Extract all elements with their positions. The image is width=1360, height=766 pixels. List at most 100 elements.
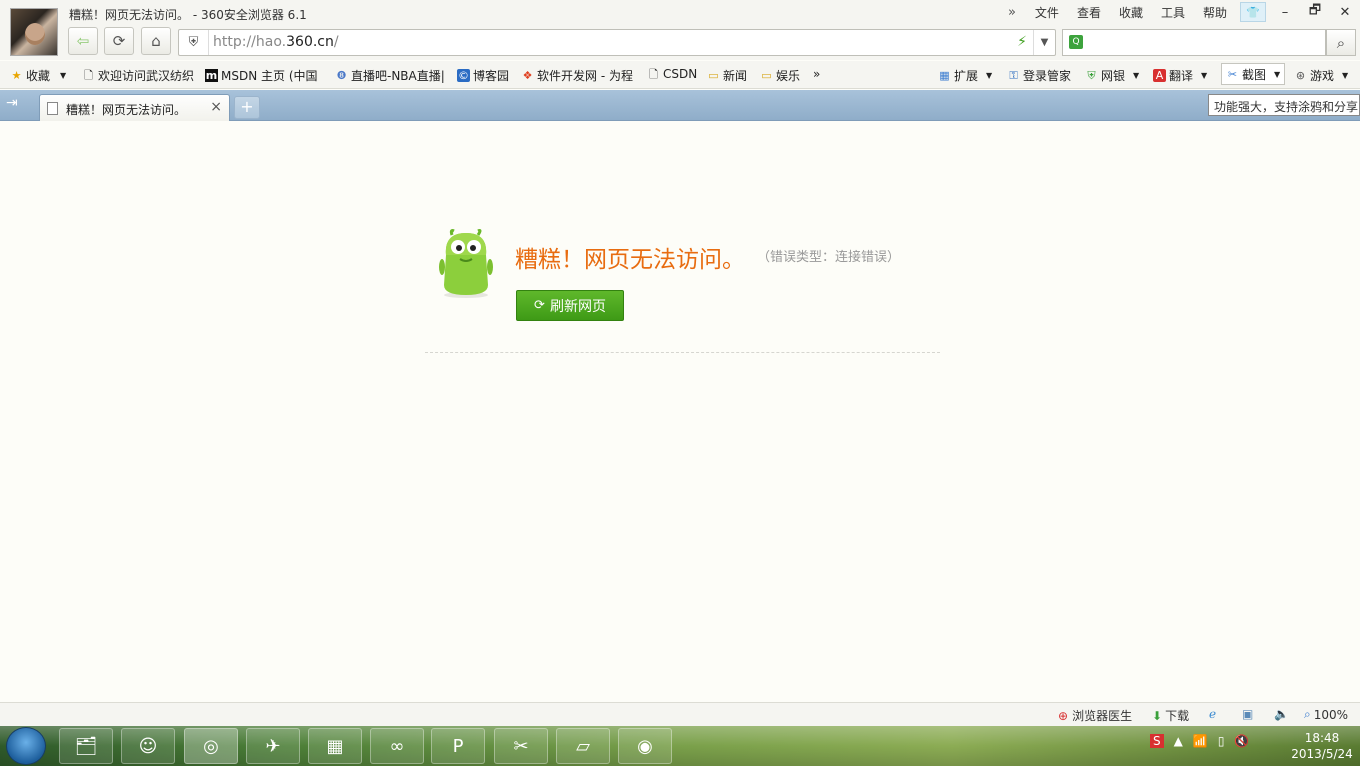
search-input[interactable]: Q	[1062, 29, 1326, 56]
error-title: 糟糕！网页无法访问。	[515, 247, 745, 273]
bookmarks-overflow-icon[interactable]: »	[813, 67, 820, 81]
address-bar[interactable]: ⛨ http://hao.360.cn/ ⚡ ▼	[178, 29, 1056, 56]
bookmark-item[interactable]: 🗋 欢迎访问武汉纺织	[82, 67, 194, 84]
minimize-button[interactable]: –	[1270, 5, 1300, 20]
title-bar: 糟糕！网页无法访问。 - 360安全浏览器 6.1 » 文件 查看 收藏 工具 …	[0, 0, 1360, 30]
folder-icon: ▭	[708, 69, 719, 82]
shield-icon: ⛨	[1087, 69, 1096, 82]
battery-icon[interactable]: ▯	[1218, 734, 1225, 748]
clock[interactable]: 18:48 2013/5/24	[1290, 730, 1354, 762]
window-mode-icon[interactable]: ▣	[1242, 707, 1253, 721]
skin-shirt-icon[interactable]: 👕	[1240, 2, 1266, 22]
zoom-control[interactable]: ⌕ 100%	[1304, 707, 1348, 722]
back-button[interactable]: ⇦	[68, 27, 98, 55]
taskbar-tools-icon[interactable]: ✂	[494, 728, 548, 764]
bookmark-favorites[interactable]: ★ 收藏 ▼	[10, 67, 67, 84]
top-menu: » 文件 查看 收藏 工具 帮助 👕 – 🗗 ✕	[1008, 0, 1360, 24]
taskbar-cube-icon[interactable]: ▦	[308, 728, 362, 764]
menu-tools[interactable]: 工具	[1161, 4, 1185, 21]
screenshot-button[interactable]: ✂ 截图 ▼	[1221, 63, 1286, 85]
search-icon: ⌕	[1336, 33, 1346, 52]
clock-date: 2013/5/24	[1291, 747, 1353, 761]
taskbar-visualstudio-icon[interactable]: ∞	[370, 728, 424, 764]
close-tab-icon[interactable]: ×	[210, 99, 222, 115]
url-text[interactable]: http://hao.360.cn/	[213, 34, 339, 50]
star-icon: ★	[11, 69, 22, 82]
user-avatar[interactable]	[10, 8, 58, 56]
mute-icon[interactable]: 🔇	[1234, 734, 1249, 748]
taskbar-explorer-icon[interactable]: 🗂	[59, 728, 113, 764]
network-icon[interactable]: 📶	[1193, 734, 1208, 748]
url-dropdown-icon[interactable]: ▼	[1033, 30, 1055, 55]
green-mascot-icon	[439, 229, 493, 298]
tab-active[interactable]: 糟糕！网页无法访问。 ×	[39, 94, 230, 121]
page-icon: 🗋	[649, 67, 658, 81]
bookmark-item[interactable]: © 博客园	[457, 67, 509, 84]
menu-favorites[interactable]: 收藏	[1119, 4, 1143, 21]
extensions-button[interactable]: ▦ 扩展 ▼	[938, 67, 992, 84]
login-manager-button[interactable]: ⚿ 登录管家	[1007, 67, 1071, 84]
bookmarks-bar: ★ 收藏 ▼ 🗋 欢迎访问武汉纺织 m MSDN 主页 (中国 ❽ 直播吧-NBA直播| …	[0, 61, 1360, 89]
doctor-icon: ⊕	[1058, 708, 1069, 723]
restore-button[interactable]: 🗗	[1300, 1, 1330, 23]
page-icon: 🗋	[84, 69, 93, 82]
key-icon: ⚿	[1009, 69, 1018, 82]
translate-icon: A	[1153, 69, 1166, 82]
bookmark-folder[interactable]: ▭ 娱乐	[760, 67, 800, 84]
search-button[interactable]: ⌕	[1326, 29, 1356, 56]
screenshot-tooltip: 功能强大，支持涂鸦和分享	[1208, 94, 1360, 116]
bookmark-item[interactable]: 🗋 CSDN	[647, 67, 697, 81]
taskbar-bird-icon[interactable]: ✈	[246, 728, 300, 764]
bookmark-item[interactable]: ❽ 直播吧-NBA直播|	[335, 67, 445, 84]
ie-mode-icon[interactable]: ℯ	[1209, 707, 1216, 721]
back-arrow-icon: ⇦	[76, 32, 90, 50]
error-type: （错误类型：连接错误）	[757, 250, 901, 265]
gamepad-icon: ⊛	[1295, 69, 1306, 82]
bookmark-item[interactable]: ❖ 软件开发网 - 为程	[521, 67, 633, 84]
new-tab-button[interactable]: +	[234, 96, 260, 119]
menu-file[interactable]: 文件	[1035, 4, 1059, 21]
taskbar-firefox-icon[interactable]: ◉	[618, 728, 672, 764]
start-button[interactable]	[6, 727, 46, 765]
tab-bar: ⇥ 糟糕！网页无法访问。 × +	[0, 90, 1360, 121]
system-tray: S ▲ 📶 ▯ 🔇	[1150, 734, 1249, 748]
zhibo8-icon: ❽	[336, 69, 347, 82]
menu-help[interactable]: 帮助	[1203, 4, 1227, 21]
status-bar: ⊕ 浏览器医生 ⬇ 下载 ℯ ▣ 🔈 ⌕ 100%	[0, 702, 1360, 726]
taskbar-360browser-icon[interactable]: ◎	[184, 728, 238, 764]
menu-view[interactable]: 查看	[1077, 4, 1101, 21]
clock-time: 18:48	[1304, 731, 1340, 745]
page-content	[0, 121, 1360, 701]
taskbar-powerpoint-icon[interactable]: P	[431, 728, 485, 764]
cnblogs-icon: ©	[457, 69, 470, 82]
search-engine-icon[interactable]: Q	[1069, 35, 1083, 49]
sidebar-toggle-icon[interactable]: ⇥	[6, 95, 30, 115]
security-shield-icon[interactable]: ⛨	[179, 30, 209, 55]
menu-more-icon[interactable]: »	[1008, 5, 1016, 20]
extensions-icon: ▦	[939, 69, 950, 82]
bookmark-item[interactable]: m MSDN 主页 (中国	[205, 67, 318, 84]
close-window-button[interactable]: ✕	[1330, 5, 1360, 20]
download-button[interactable]: ⬇ 下载	[1152, 707, 1189, 724]
home-button[interactable]: ⌂	[141, 27, 171, 55]
browser-doctor-button[interactable]: ⊕ 浏览器医生	[1058, 707, 1132, 724]
netbank-button[interactable]: ⛨ 网银 ▼	[1085, 67, 1139, 84]
sogou-ime-icon[interactable]: S	[1150, 734, 1164, 748]
zoom-icon: ⌕	[1304, 707, 1311, 721]
refresh-page-button[interactable]: ⟳ 刷新网页	[516, 290, 624, 321]
home-icon: ⌂	[151, 32, 161, 50]
volume-icon[interactable]: 🔈	[1274, 707, 1289, 721]
reload-button[interactable]: ⟳	[104, 27, 134, 55]
taskbar-notepad-icon[interactable]: ▱	[556, 728, 610, 764]
taskbar-qq-icon[interactable]: ☺	[121, 728, 175, 764]
tray-expand-icon[interactable]: ▲	[1174, 734, 1183, 748]
taskbar: 🗂 ☺ ◎ ✈ ▦ ∞ P ✂ ▱ ◉ S ▲ 📶 ▯ 🔇 18:48 2013…	[0, 726, 1360, 766]
games-button[interactable]: ⊛ 游戏 ▼	[1294, 67, 1348, 84]
bookmark-folder[interactable]: ▭ 新闻	[707, 67, 747, 84]
folder-icon: ▭	[761, 69, 772, 82]
screenshot-icon: ✂	[1227, 67, 1238, 81]
refresh-icon: ⟳	[534, 298, 545, 313]
speed-mode-icon[interactable]: ⚡	[1017, 34, 1027, 50]
page-icon	[47, 102, 58, 115]
translate-button[interactable]: A 翻译 ▼	[1153, 67, 1207, 84]
